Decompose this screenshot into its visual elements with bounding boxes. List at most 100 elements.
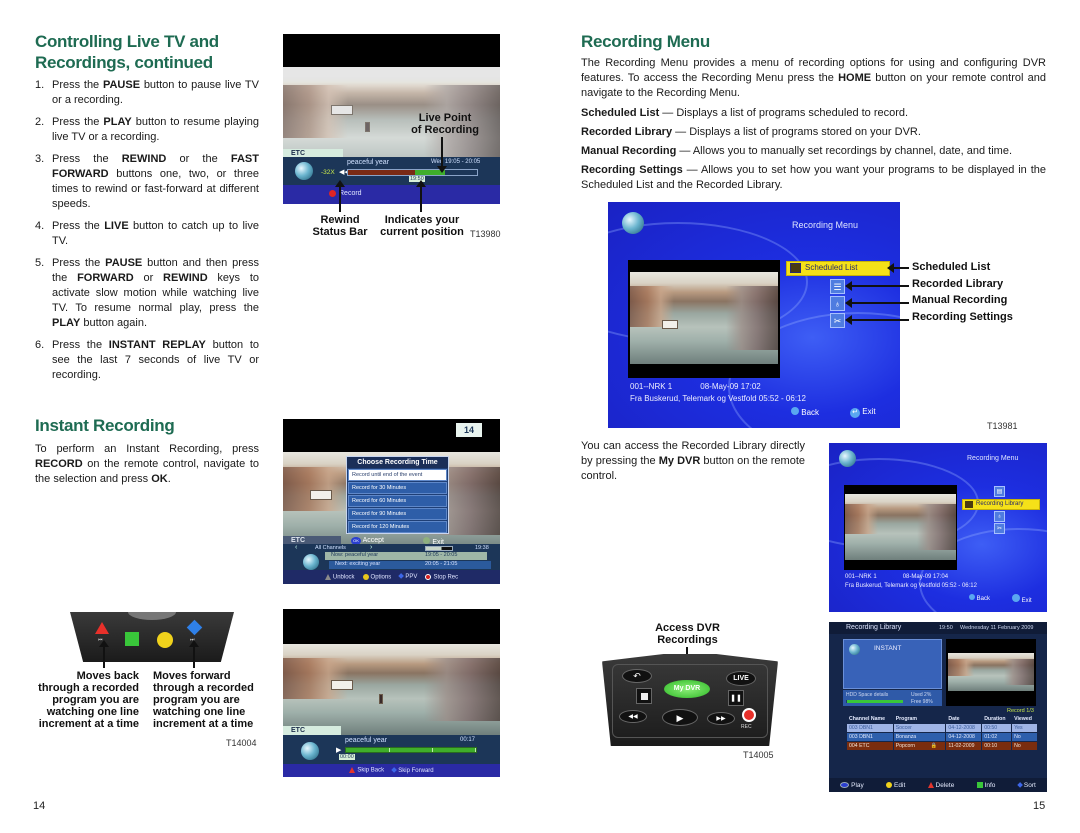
button-label: Skip Forward [398, 767, 434, 774]
stop-rec-button[interactable]: Stop Rec [425, 573, 459, 581]
info-button[interactable]: Info [976, 781, 995, 789]
blue-diamond-button[interactable] [186, 619, 203, 636]
column-header[interactable]: Viewed [1012, 715, 1037, 723]
back-button[interactable]: ↶ [622, 669, 652, 683]
exit-button[interactable]: Exit [1012, 594, 1032, 604]
speed-indicator: -32X [321, 169, 335, 176]
recording-menu-heading: Recording Menu [581, 32, 710, 51]
step-2: 2. Press the PLAY button to resume playin… [35, 116, 259, 143]
record-icon [329, 190, 336, 197]
tv-screenshot-playback: ETC peaceful year 00:17 ▶ 00:00 Skip Bac… [283, 609, 500, 777]
recording-option[interactable]: Record until end of the event [348, 469, 447, 481]
brand-orb-icon [622, 212, 644, 234]
fast-forward-button[interactable]: ▶▶ [707, 712, 735, 725]
skip-forward-button[interactable]: Skip Forward [391, 766, 434, 774]
step-4: 4. Press the LIVE button to catch up to l… [35, 220, 259, 247]
library-header: Recording Library 19:50 Wednesday 11 Feb… [829, 622, 1047, 634]
folder-name: INSTANT [874, 645, 902, 652]
button-label: Unblock [332, 574, 355, 581]
preview-window [946, 639, 1036, 706]
prev-channel-arrow[interactable]: ‹ [295, 544, 297, 551]
exit-button[interactable]: ↵ Exit [850, 407, 876, 418]
arrow-rewind [335, 180, 345, 212]
column-header[interactable]: Duration [982, 715, 1011, 723]
recorded-library-icon[interactable]: ☰ [830, 279, 845, 294]
cell-program: Soccer [893, 724, 946, 732]
edit-button[interactable]: Edit [886, 782, 905, 789]
table-row[interactable]: 003 DBN1 Soccer 04-12-2008 00:50 Yes [847, 724, 1037, 732]
manual-recording-icon[interactable]: ♁ [994, 511, 1005, 522]
brand-orb-icon [301, 742, 319, 760]
heading-line-1: Controlling Live TV and [35, 32, 219, 51]
table-row[interactable]: 004 ETC Popcorn 🔒 11-02-2009 00:10 No [847, 742, 1037, 750]
button-label: Sort [1023, 781, 1036, 789]
column-header[interactable]: Program [894, 715, 946, 723]
skip-back-button[interactable]: Skip Back [349, 767, 384, 774]
triangle-icon [324, 573, 331, 580]
recording-option[interactable]: Record for 30 Minutes [348, 482, 447, 494]
record-icon [425, 573, 432, 580]
definition-recording-settings: Recording Settings — Allows you to set h… [581, 164, 1047, 191]
cell-date: 04-12-2008 [946, 733, 982, 741]
back-button[interactable]: Back [791, 407, 819, 417]
delete-button[interactable]: Delete [927, 781, 955, 789]
folder-panel: INSTANT [843, 639, 942, 689]
channel-info: 001--NRK 1 08-May-09 17:02 [630, 382, 761, 391]
arrow-skip-forward [189, 640, 199, 668]
menu-item-scheduled-list[interactable]: Scheduled List [786, 261, 890, 276]
next-channel-arrow[interactable]: › [370, 544, 372, 551]
options-button[interactable]: Options [362, 573, 391, 580]
clock: 19:50 [939, 625, 953, 631]
recording-option[interactable]: Record for 120 Minutes [348, 521, 447, 533]
preview-window [844, 485, 957, 570]
green-square-button[interactable] [125, 632, 139, 646]
caption-moves-forward: Moves forward through a recorded program y… [153, 670, 254, 730]
right-page-text: The Recording Menu provides a menu of re… [581, 56, 1046, 193]
play-button[interactable]: ▶ [662, 709, 698, 726]
recording-option[interactable]: Record for 90 Minutes [348, 508, 447, 520]
menu-item-recording-library[interactable]: Recording Library [962, 499, 1040, 510]
square-icon [976, 781, 983, 788]
brand-orb-icon [303, 554, 319, 570]
channel-list-label: All Channels [315, 545, 346, 551]
cell-viewed: No [1012, 733, 1037, 741]
sort-button[interactable]: Sort [1016, 781, 1036, 789]
rewind-progress-bar [347, 169, 478, 176]
circle-icon [886, 781, 893, 788]
scheduled-list-icon[interactable]: ▤ [994, 486, 1005, 497]
pause-button[interactable]: ❚❚ [728, 690, 744, 706]
page-number-right: 15 [1033, 800, 1046, 812]
back-button[interactable]: Back [969, 594, 990, 602]
step-6: 6. Press the INSTANT REPLAY button to see… [35, 339, 260, 381]
live-button[interactable]: LIVE [726, 671, 756, 686]
definition-manual-recording: Manual Recording — Allows you to manuall… [581, 145, 1013, 157]
caption-moves-back: Moves back through a recorded program you … [38, 670, 139, 730]
cell-duration: 00:10 [982, 742, 1012, 750]
record-button[interactable] [742, 708, 756, 722]
recording-option[interactable]: Record for 60 Minutes [348, 495, 447, 507]
column-header[interactable]: Date [946, 715, 981, 723]
arrow-manual-recording [845, 298, 909, 308]
unblock-button[interactable]: Unblock [324, 573, 355, 581]
recording-settings-icon[interactable]: ✂ [994, 523, 1005, 534]
table-row[interactable]: 003 DBN1 Bonanza 04-12-2008 01:02 No [847, 733, 1037, 741]
manual-recording-icon[interactable]: ♁ [830, 296, 845, 311]
arrow-recording-settings [845, 315, 909, 325]
yellow-circle-button[interactable] [157, 632, 173, 648]
video-frame [283, 644, 500, 735]
red-triangle-button[interactable] [95, 622, 109, 634]
figure-code: T13981 [987, 421, 1018, 431]
rewind-button[interactable]: ◀◀ [619, 710, 647, 723]
hdd-panel: HDD Space details Used 2% Free 98% [843, 690, 942, 706]
column-header[interactable]: Channel Name [847, 715, 893, 723]
play-button[interactable]: Play [840, 782, 864, 789]
stop-button[interactable] [636, 688, 652, 704]
my-dvr-button[interactable]: My DVR [664, 680, 710, 698]
button-label: Stop Rec [433, 574, 459, 581]
heading-line-2: Recordings, continued [35, 53, 213, 72]
cell-duration: 01:02 [982, 733, 1012, 741]
left-page-text: Controlling Live TV and Recordings, cont… [35, 31, 259, 390]
recording-settings-icon[interactable]: ✂ [830, 313, 845, 328]
ppv-button[interactable]: PPV [398, 573, 417, 580]
button-label: Delete [935, 781, 955, 789]
